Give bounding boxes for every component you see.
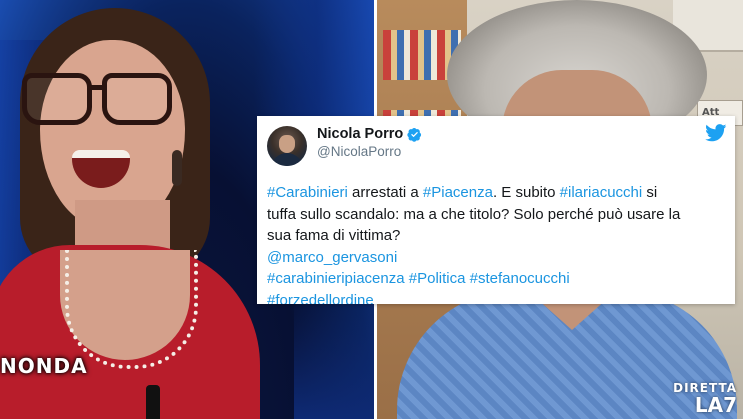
left-lens [22, 73, 92, 125]
tweet-text-segment: . E subito [492, 184, 560, 201]
hashtag-link[interactable]: #stefanocucchi [470, 270, 570, 287]
tweet-line-4: @marco_gervasoni [267, 247, 725, 269]
hashtag-link[interactable]: #ilariacucchi [560, 184, 643, 201]
verified-badge-icon [407, 127, 422, 142]
tweet-line-1: #Carabinieri arrestati a #Piacenza. E su… [267, 182, 725, 204]
tweet-line-2: tuffa sullo scandalo: ma a che titolo? S… [267, 205, 681, 223]
name-row: Nicola Porro [317, 126, 422, 142]
hashtag-link[interactable]: #carabinieripiacenza [267, 270, 405, 287]
tweet-line-6: #forzedellordine [267, 290, 725, 305]
pearl-necklace [65, 250, 198, 369]
avatar-face [279, 135, 295, 153]
lapel-mic [146, 385, 160, 419]
display-name[interactable]: Nicola Porro [317, 126, 403, 142]
hashtag-link[interactable]: #forzedellordine [267, 292, 374, 305]
eyeglasses [22, 73, 172, 125]
mention-link[interactable]: @marco_gervasoni [267, 249, 397, 266]
author-info: Nicola Porro @NicolaPorro [317, 124, 422, 159]
channel-bug-name: LA7 [694, 393, 737, 417]
hashtag-link[interactable]: #Carabinieri [267, 184, 348, 201]
show-logo: NONDA [0, 354, 88, 378]
tweet-card[interactable]: Nicola Porro @NicolaPorro #Carabinieri a… [257, 116, 735, 304]
twitter-bird-icon[interactable] [705, 124, 727, 142]
tweet-text: #Carabinieri arrestati a #Piacenza. E su… [267, 182, 725, 304]
avatar-body [271, 153, 303, 166]
tweet-header: Nicola Porro @NicolaPorro [267, 124, 725, 174]
composite-image: NONDA Att DIRETTA LA7 Nicola Porro @Nico… [0, 0, 743, 419]
avatar[interactable] [267, 126, 307, 166]
right-lens [102, 73, 172, 125]
tweet-text-segment: arrestati a [347, 184, 423, 201]
earring [172, 150, 182, 186]
tweet-line-5: #carabinieripiacenza #Politica #stefanoc… [267, 268, 725, 290]
tweet-line-3: sua fama di vittima? [267, 227, 401, 244]
studio-shadow [294, 299, 374, 419]
handle[interactable]: @NicolaPorro [317, 144, 422, 159]
channel-bug: DIRETTA LA7 [673, 381, 737, 415]
tweet-text-segment: si [642, 184, 658, 201]
hashtag-link[interactable]: #Politica [409, 270, 466, 287]
hashtag-link[interactable]: #Piacenza [423, 184, 493, 201]
